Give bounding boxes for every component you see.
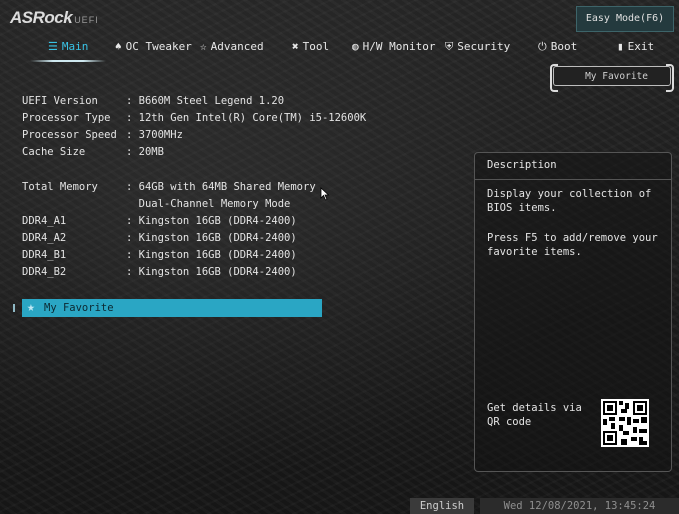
info-value: : 3700MHz bbox=[126, 129, 183, 141]
info-label: DDR4_A2 bbox=[22, 232, 67, 244]
info-label: DDR4_B2 bbox=[22, 266, 67, 278]
info-label: Total Memory bbox=[22, 181, 98, 193]
date-time: Wed 12/08/2021, 13:45:24 bbox=[480, 498, 679, 514]
star-icon: ★ bbox=[27, 300, 35, 315]
description-panel: Description Display your collection of B… bbox=[474, 152, 672, 472]
tab-boot[interactable]: ⏻ Boot bbox=[538, 36, 577, 58]
tab-main-label: Main bbox=[61, 40, 89, 53]
tab-tool-label: Tool bbox=[302, 40, 330, 53]
description-text: Display your collection of BIOS items. bbox=[487, 188, 652, 214]
info-label: Processor Speed bbox=[22, 129, 117, 141]
star-icon: ☆ bbox=[200, 40, 207, 53]
logo-brand: ASRock bbox=[10, 8, 73, 27]
description-divider bbox=[475, 179, 671, 180]
language-selector[interactable]: English bbox=[410, 498, 474, 514]
info-label: UEFI Version bbox=[22, 95, 98, 107]
description-title: Description bbox=[487, 159, 557, 171]
info-label: Processor Type bbox=[22, 112, 111, 124]
tab-oc-tweaker[interactable]: ♠ OC Tweaker bbox=[115, 36, 192, 58]
selection-marker bbox=[13, 304, 15, 312]
info-value: : 20MB bbox=[126, 146, 164, 158]
info-label: Cache Size bbox=[22, 146, 86, 158]
qr-caption: Get details via QR code bbox=[487, 402, 582, 428]
tab-advanced-label: Advanced bbox=[210, 40, 264, 53]
qr-code-icon bbox=[601, 399, 649, 447]
tab-hw-monitor[interactable]: ◍ H/W Monitor bbox=[352, 36, 435, 58]
info-value: : Kingston 16GB (DDR4-2400) bbox=[126, 215, 297, 227]
shield-icon: ⛨ bbox=[445, 40, 454, 53]
tab-oc-tweaker-label: OC Tweaker bbox=[125, 40, 192, 53]
door-icon: ▮ bbox=[617, 40, 624, 53]
my-favorite-item-label: My Favorite bbox=[44, 302, 114, 314]
tab-security[interactable]: ⛨ Security bbox=[445, 36, 510, 58]
easy-mode-button[interactable]: Easy Mode(F6) bbox=[576, 6, 674, 32]
tab-exit[interactable]: ▮ Exit bbox=[617, 36, 654, 58]
tab-security-label: Security bbox=[457, 40, 511, 53]
info-value: : 64GB with 64MB Shared Memory bbox=[126, 181, 316, 193]
rocket-icon: ♠ bbox=[115, 40, 122, 53]
info-value: : Kingston 16GB (DDR4-2400) bbox=[126, 232, 297, 244]
description-hint: Press F5 to add/remove your favorite ite… bbox=[487, 232, 658, 258]
monitor-icon: ◍ bbox=[352, 40, 359, 53]
info-value: : 12th Gen Intel(R) Core(TM) i5-12600K bbox=[126, 112, 367, 124]
list-icon: ☰ bbox=[48, 40, 58, 53]
tab-advanced[interactable]: ☆ Advanced bbox=[200, 36, 264, 58]
info-value: Dual-Channel Memory Mode bbox=[126, 198, 291, 210]
info-label: DDR4_B1 bbox=[22, 249, 67, 261]
wrench-icon: ✖ bbox=[292, 40, 299, 53]
tab-main[interactable]: ☰ Main bbox=[29, 36, 107, 62]
tab-tool[interactable]: ✖ Tool bbox=[292, 36, 329, 58]
bios-screen: ASRock UEFI Easy Mode(F6) ☰ Main ♠ OC Tweak… bbox=[0, 0, 679, 514]
info-value: : Kingston 16GB (DDR4-2400) bbox=[126, 266, 297, 278]
mouse-cursor-icon bbox=[320, 187, 330, 201]
info-value: : Kingston 16GB (DDR4-2400) bbox=[126, 249, 297, 261]
asrock-logo: ASRock UEFI bbox=[10, 8, 99, 28]
my-favorite-item[interactable]: ★ My Favorite bbox=[22, 299, 322, 317]
my-favorite-button[interactable]: My Favorite bbox=[550, 64, 674, 92]
power-icon: ⏻ bbox=[538, 40, 547, 53]
tab-hw-monitor-label: H/W Monitor bbox=[362, 40, 436, 53]
logo-suffix: UEFI bbox=[74, 15, 99, 25]
info-value: : B660M Steel Legend 1.20 bbox=[126, 95, 285, 107]
info-label: DDR4_A1 bbox=[22, 215, 67, 227]
tab-boot-label: Boot bbox=[550, 40, 578, 53]
tab-exit-label: Exit bbox=[627, 40, 655, 53]
main-tab-bar: ☰ Main ♠ OC Tweaker ☆ Advanced ✖ Tool ◍ H/W M… bbox=[0, 36, 679, 62]
